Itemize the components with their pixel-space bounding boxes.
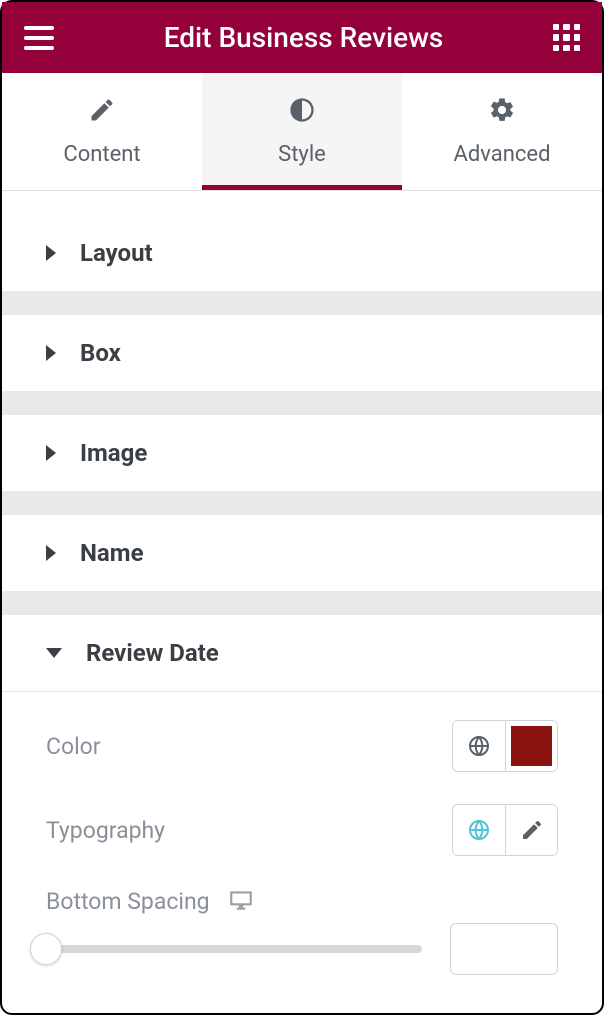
tab-advanced-label: Advanced	[454, 142, 551, 167]
chevron-right-icon	[46, 245, 56, 261]
section-review-date-title: Review Date	[86, 639, 219, 667]
tabs: Content Style Advanced	[2, 73, 602, 191]
chevron-right-icon	[46, 445, 56, 461]
chevron-down-icon	[46, 648, 62, 658]
bottom-spacing-input[interactable]	[450, 923, 558, 975]
tab-style[interactable]: Style	[202, 73, 402, 190]
color-swatch	[511, 726, 552, 766]
section-layout-title: Layout	[80, 239, 153, 267]
section-review-date[interactable]: Review Date	[2, 615, 602, 691]
tab-advanced[interactable]: Advanced	[402, 73, 602, 190]
section-name[interactable]: Name	[2, 515, 602, 591]
slider-thumb[interactable]	[30, 933, 62, 965]
bottom-spacing-control: Bottom Spacing	[46, 888, 558, 975]
sections-container: Layout Box Image Name Review Date Color	[2, 215, 602, 1003]
editor-header: Edit Business Reviews	[2, 2, 602, 73]
bottom-spacing-slider-row	[46, 923, 558, 975]
tab-content[interactable]: Content	[2, 73, 202, 190]
typography-label: Typography	[46, 817, 165, 844]
contrast-icon	[288, 96, 316, 130]
edit-typography-button[interactable]	[505, 805, 557, 855]
section-image[interactable]: Image	[2, 415, 602, 491]
gear-icon	[488, 96, 516, 130]
color-control-group	[452, 720, 558, 772]
color-label: Color	[46, 733, 101, 760]
color-control-row: Color	[46, 720, 558, 772]
typography-control-group	[452, 804, 558, 856]
desktop-icon[interactable]	[228, 889, 254, 915]
global-color-button[interactable]	[453, 721, 505, 771]
tab-style-label: Style	[278, 142, 326, 167]
section-image-title: Image	[80, 439, 147, 467]
color-picker-button[interactable]	[505, 721, 557, 771]
section-review-date-body: Color Typography	[2, 691, 602, 1003]
tab-content-label: Content	[63, 142, 140, 167]
slider-track[interactable]	[46, 945, 422, 953]
apps-icon[interactable]	[553, 24, 580, 51]
bottom-spacing-label: Bottom Spacing	[46, 888, 210, 915]
section-box-title: Box	[80, 339, 121, 367]
pencil-icon	[88, 96, 116, 130]
section-layout[interactable]: Layout	[2, 215, 602, 291]
chevron-right-icon	[46, 345, 56, 361]
menu-icon[interactable]	[24, 26, 54, 50]
section-name-title: Name	[80, 539, 144, 567]
section-box[interactable]: Box	[2, 315, 602, 391]
header-title: Edit Business Reviews	[54, 21, 553, 54]
chevron-right-icon	[46, 545, 56, 561]
typography-control-row: Typography	[46, 804, 558, 856]
global-typography-button[interactable]	[453, 805, 505, 855]
